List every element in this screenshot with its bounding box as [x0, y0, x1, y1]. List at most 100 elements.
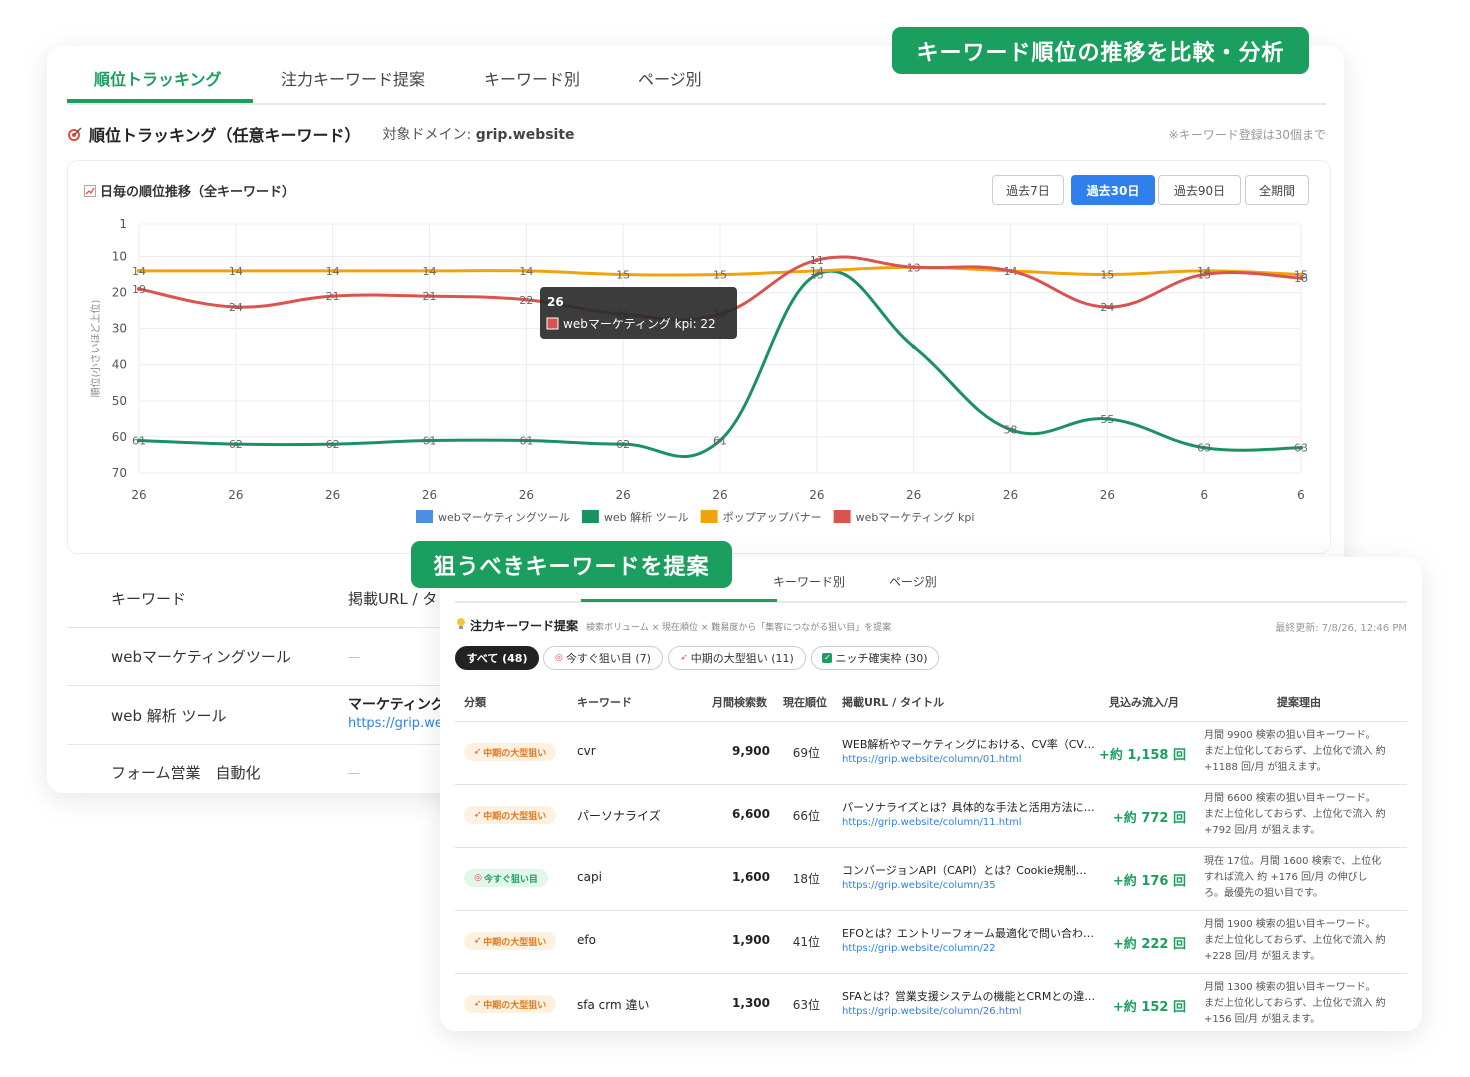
- proposal-header: 注力キーワード提案 検索ボリューム × 現在順位 × 難易度から「集客につながる…: [456, 617, 891, 634]
- data-label: 15: [713, 269, 727, 282]
- rank-line-chart: 1 10 20 30 40 50 60 70 26 26 26 26 26 26 26 26 26 26 26 6 6 順…: [89, 217, 1308, 524]
- col-header-url: 掲載URL / タイトル: [842, 696, 945, 709]
- callout-suggest-keywords: 狙うべきキーワードを提案: [411, 541, 732, 588]
- proposal-subtitle: 検索ボリューム × 現在順位 × 難易度から「集客につながる狙い目」を提案: [586, 623, 892, 633]
- y-tick-label: 20: [112, 286, 127, 300]
- y-tick-label: 60: [112, 430, 127, 444]
- keyword-cell: パーソナライズ: [577, 809, 661, 823]
- row-divider: [67, 627, 457, 628]
- y-tick-label: 30: [112, 322, 127, 336]
- target-domain: 対象ドメイン: grip.website: [382, 127, 575, 143]
- reason-cell: 現在 17位。月間 1600 検索で、上位化 すれば流入 約 +176 回/月 の…: [1204, 856, 1382, 899]
- data-label: 22: [519, 294, 533, 307]
- volume-cell: 9,900: [732, 744, 770, 758]
- rocket-icon: ➶: [473, 999, 482, 1009]
- category-badge: ➶ 中期の大型狙い: [464, 995, 556, 1013]
- url-column-header: 掲載URL / タ: [348, 590, 438, 608]
- rank-cell: 66位: [792, 809, 820, 823]
- active-tab-indicator: [581, 599, 777, 602]
- inflow-cell: +約 222 回: [1112, 937, 1186, 952]
- data-label: 62: [616, 438, 630, 451]
- proposal-title: 注力キーワード提案: [470, 619, 579, 633]
- data-label: 62: [326, 438, 340, 451]
- page-title-cell: WEB解析やマーケティングにおける、CV率（CV…: [842, 738, 1095, 751]
- filter-all-chip[interactable]: すべて (48): [455, 646, 539, 670]
- tab-keyword-proposal[interactable]: 注力キーワード提案: [281, 66, 425, 90]
- row-divider: [455, 910, 1407, 911]
- inflow-cell: +約 772 回: [1112, 811, 1186, 826]
- lightbulb-icon: [457, 618, 465, 629]
- data-point: [911, 265, 916, 270]
- tab-by-page[interactable]: ページ別: [638, 66, 702, 90]
- y-tick-label: 40: [112, 358, 127, 372]
- inflow-cell: +約 176 回: [1112, 874, 1186, 889]
- page-url-link[interactable]: https://grip.website/column/11.html: [842, 817, 1022, 828]
- page-url-link[interactable]: https://grip.website/column/26.html: [842, 1006, 1022, 1017]
- data-label: 14: [519, 265, 533, 278]
- rank-cell: 63位: [792, 998, 820, 1012]
- x-tick-label: 26: [131, 488, 146, 502]
- page-url-link[interactable]: https://grip.website/column/22: [842, 943, 996, 954]
- volume-cell: 1,300: [732, 996, 770, 1010]
- row-divider: [455, 973, 1407, 974]
- row-divider: [67, 685, 457, 686]
- data-point: [911, 344, 916, 349]
- table-row-keyword: web 解析 ツール: [111, 707, 227, 725]
- rocket-icon: ➶: [680, 653, 688, 663]
- filter-now-chip[interactable]: ◎ 今すぐ狙い目 (7): [543, 646, 663, 670]
- filter-niche-chip[interactable]: ✓ ニッチ確実枠 (30): [811, 646, 939, 670]
- data-label: 21: [326, 290, 340, 303]
- legend-label: webマーケティング kpi: [856, 510, 975, 524]
- category-badge: ➶ 中期の大型狙い: [464, 932, 556, 950]
- x-tick-label: 6: [1297, 488, 1305, 502]
- page-title-cell: パーソナライズとは？具体的な手法と活用方法に…: [842, 801, 1095, 814]
- page-title-cell: EFOとは？エントリーフォーム最適化で問い合わ…: [842, 927, 1094, 940]
- data-label: 61: [132, 435, 146, 448]
- filter-mid-chip[interactable]: ➶ 中期の大型狙い (11): [668, 646, 806, 670]
- data-label: 11: [810, 254, 824, 267]
- legend-label: web 解析 ツール: [604, 510, 689, 524]
- x-tick-label: 26: [228, 488, 243, 502]
- tooltip-title: 26: [547, 295, 564, 309]
- inflow-cell: +約 1,158 回: [1098, 748, 1186, 763]
- col-header-rank: 現在順位: [783, 696, 827, 709]
- data-label: 21: [423, 290, 437, 303]
- keyword-column-header: キーワード: [111, 590, 187, 608]
- target-icon: ◎: [555, 653, 563, 663]
- data-label: 19: [132, 283, 146, 296]
- section-header: 順位トラッキング（任意キーワード） 対象ドメイン: grip.website: [67, 122, 575, 146]
- category-badge: ➶ 中期の大型狙い: [464, 743, 556, 761]
- y-tick-label: 1: [119, 217, 127, 231]
- x-tick-label: 26: [519, 488, 534, 502]
- page-url-link[interactable]: https://grip.website/column/35: [842, 880, 996, 891]
- tab-rank-tracking[interactable]: 順位トラッキング: [94, 66, 222, 90]
- page-url-link[interactable]: https://grip.website/column/01.html: [842, 754, 1022, 765]
- col-header-inflow: 見込み流入/月: [1109, 696, 1180, 709]
- inflow-cell: +約 152 回: [1112, 1000, 1186, 1015]
- x-tick-label: 26: [906, 488, 921, 502]
- tab-by-keyword[interactable]: キーワード別: [773, 573, 845, 590]
- tab-by-page[interactable]: ページ別: [889, 573, 937, 590]
- data-label: 63: [1294, 442, 1308, 455]
- row-divider: [455, 721, 1407, 722]
- table-row-url-link[interactable]: https://grip.we: [348, 716, 443, 731]
- data-label: 24: [1100, 301, 1114, 314]
- tab-by-keyword[interactable]: キーワード別: [484, 66, 580, 90]
- reason-cell: 月間 1900 検索の狙い目キーワード。 まだ上位化しておらず、上位化で流入 約 +…: [1204, 919, 1386, 962]
- data-point: [1008, 268, 1013, 273]
- row-divider: [67, 744, 457, 745]
- rocket-icon: ➶: [473, 810, 482, 820]
- x-tick-label: 26: [616, 488, 631, 502]
- data-label: 24: [229, 301, 243, 314]
- data-label: 14: [423, 265, 437, 278]
- rank-cell: 18位: [792, 872, 820, 886]
- data-label: 55: [1100, 413, 1114, 426]
- legend-swatch: [581, 510, 599, 523]
- y-tick-label: 50: [112, 394, 127, 408]
- y-tick-label: 10: [112, 249, 127, 263]
- last-updated: 最終更新: 7/8/26, 12:46 PM: [1275, 623, 1407, 634]
- data-label: 61: [713, 435, 727, 448]
- volume-cell: 1,600: [732, 870, 770, 884]
- table-row-url-empty: —: [348, 650, 360, 664]
- target-icon: ◎: [474, 873, 482, 883]
